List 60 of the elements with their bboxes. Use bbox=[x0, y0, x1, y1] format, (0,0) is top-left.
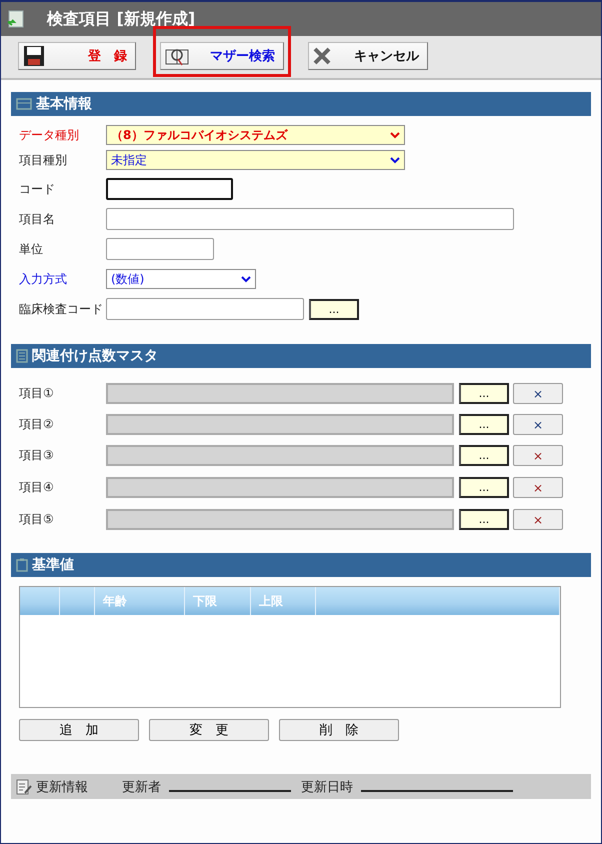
browse-button[interactable]: ... bbox=[459, 414, 509, 435]
field-label: 更新日時 bbox=[301, 778, 353, 796]
section-title: 関連付け点数マスタ bbox=[32, 347, 158, 365]
clear-button[interactable]: × bbox=[513, 383, 563, 404]
column-header: 下限 bbox=[185, 587, 251, 615]
clear-button[interactable]: × bbox=[513, 509, 563, 530]
dropdown[interactable]: (数値) bbox=[106, 269, 256, 289]
list-icon bbox=[16, 349, 28, 363]
action-button[interactable]: 変 更 bbox=[149, 719, 269, 741]
field-label: 項目⑤ bbox=[18, 511, 55, 528]
browse-button[interactable]: ... bbox=[459, 445, 509, 466]
save-button[interactable]: 登 録 bbox=[18, 42, 136, 70]
field-label: 臨床検査コード bbox=[18, 300, 104, 318]
field-label: 項目③ bbox=[18, 447, 55, 464]
browse-button[interactable]: ... bbox=[459, 477, 509, 498]
field-label: 項目② bbox=[18, 416, 55, 433]
search-button[interactable]: マザー検索 bbox=[160, 42, 284, 70]
clear-button[interactable]: × bbox=[513, 477, 563, 498]
column-header: 年齢 bbox=[95, 587, 185, 615]
browse-button[interactable]: ... bbox=[309, 298, 359, 320]
field-label: 項目① bbox=[18, 385, 55, 402]
input-field[interactable] bbox=[106, 178, 233, 200]
action-button[interactable]: 追 加 bbox=[19, 719, 139, 741]
note-pencil-icon bbox=[16, 778, 32, 794]
dropdown[interactable]: （8）ファルコバイオシステムズ bbox=[106, 125, 405, 145]
chevron-icon bbox=[390, 132, 400, 138]
field-label: 単位 bbox=[18, 240, 44, 258]
section-title: 基本情報 bbox=[36, 95, 92, 113]
input-field[interactable] bbox=[106, 414, 454, 435]
input-field[interactable] bbox=[106, 445, 454, 466]
info-title: 更新情報 bbox=[36, 778, 88, 796]
clipboard-icon bbox=[16, 558, 28, 572]
document-icon bbox=[7, 10, 25, 28]
dropdown[interactable]: 未指定 bbox=[106, 150, 405, 170]
close-icon bbox=[313, 46, 331, 64]
input-field[interactable] bbox=[106, 477, 454, 498]
column-header: 上限 bbox=[251, 587, 316, 615]
field-label: 項目名 bbox=[18, 210, 56, 228]
chevron-icon bbox=[390, 156, 400, 164]
field-label: 更新者 bbox=[122, 778, 161, 796]
cancel-button[interactable]: キャンセル bbox=[308, 42, 428, 70]
input-field[interactable] bbox=[106, 383, 454, 404]
card-icon bbox=[16, 98, 32, 110]
field-label: 入力方式 bbox=[18, 270, 68, 288]
action-button[interactable]: 削 除 bbox=[279, 719, 399, 741]
field-label: コード bbox=[18, 180, 56, 198]
input-field[interactable] bbox=[106, 509, 454, 530]
clear-button[interactable]: × bbox=[513, 445, 563, 466]
browse-button[interactable]: ... bbox=[459, 383, 509, 404]
input-field[interactable] bbox=[106, 238, 214, 260]
input-field[interactable] bbox=[106, 208, 514, 230]
window-title: 検査項目 [新規作成] bbox=[47, 8, 196, 30]
section-title: 基準値 bbox=[32, 556, 74, 574]
field-label: データ種別 bbox=[18, 126, 80, 144]
browse-button[interactable]: ... bbox=[459, 509, 509, 530]
input-field[interactable] bbox=[106, 298, 304, 320]
clear-button[interactable]: × bbox=[513, 414, 563, 435]
field-label: 項目④ bbox=[18, 479, 55, 496]
field-label: 項目種別 bbox=[18, 152, 68, 168]
chevron-icon bbox=[241, 276, 251, 282]
